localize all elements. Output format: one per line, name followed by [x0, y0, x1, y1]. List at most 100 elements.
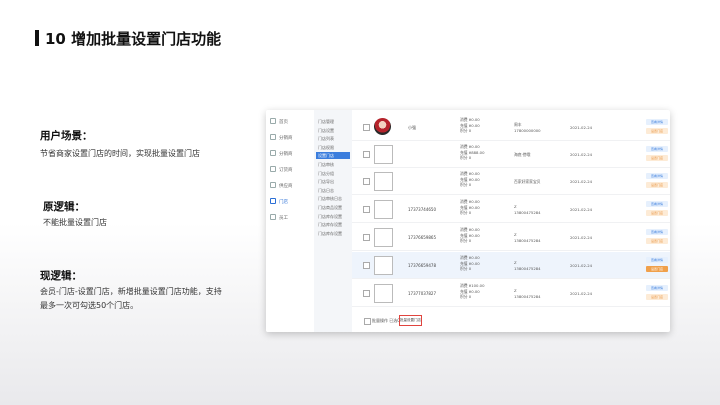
contact-line: 13800475284 — [514, 209, 541, 215]
secondary-nav-item[interactable]: 门店管理 — [316, 118, 350, 125]
primary-nav-item[interactable]: 分销商 — [270, 134, 293, 141]
primary-nav-item[interactable]: 分销商 — [270, 150, 293, 157]
set-store-button[interactable]: 设置门店 — [646, 155, 668, 161]
set-store-button[interactable]: 设置门店 — [646, 294, 668, 300]
balance-line: 消费 ¥100.00 — [460, 283, 485, 288]
primary-nav-item[interactable]: 供应商 — [270, 182, 293, 189]
secondary-nav-item[interactable]: 门店审核日志 — [316, 195, 350, 202]
balance-line: 积分 0 — [460, 266, 472, 271]
store-contact: Z 13800475284 — [514, 232, 541, 243]
view-detail-button[interactable]: 查看详情 — [646, 229, 668, 235]
table-row[interactable]: 17377037827 消费 ¥100.00 充值 ¥0.00 积分 0 Z 138004… — [352, 280, 670, 307]
batch-set-store-button[interactable]: 批量设置门店 — [399, 315, 422, 326]
row-checkbox[interactable] — [363, 206, 370, 213]
balance-line: 积分 0 — [460, 182, 472, 187]
primary-nav-item[interactable]: 首页 — [270, 118, 288, 125]
store-date: 2021-02-24 — [570, 291, 593, 296]
set-store-button[interactable]: 设置门店 — [646, 210, 668, 216]
select-all-checkbox[interactable] — [364, 318, 371, 325]
view-detail-button[interactable]: 查看详情 — [646, 146, 668, 152]
table-row[interactable]: 17376659865 消费 ¥0.00 充值 ¥0.00 积分 0 Z 13800475… — [352, 224, 670, 251]
view-detail-button[interactable]: 查看详情 — [646, 173, 668, 179]
view-detail-button[interactable]: 查看详情 — [646, 257, 668, 263]
store-image — [374, 200, 393, 219]
row-checkbox[interactable] — [363, 290, 370, 297]
primary-nav-label: 首页 — [279, 120, 288, 125]
store-image — [374, 256, 393, 275]
view-detail-button[interactable]: 查看详情 — [646, 285, 668, 291]
store-name: 小强 — [408, 125, 416, 130]
balance-line: 积分 0 — [460, 238, 472, 243]
row-checkbox[interactable] — [363, 151, 370, 158]
store-balance: 消费 ¥0.00 充值 ¥0.00 积分 0 — [460, 199, 480, 216]
store-balance: 消费 ¥0.00 充值 ¥0.00 积分 0 — [460, 171, 480, 188]
nav-item-icon — [270, 118, 276, 124]
row-checkbox[interactable] — [363, 124, 370, 131]
store-table: 17377037827 消费 ¥100.00 充值 ¥0.00 积分 0 Z 138004… — [352, 110, 670, 332]
table-row[interactable]: 消费 ¥0.00 充值 ¥888.00 积分 0 海底·捞哦 2021-02-24 查看详… — [352, 141, 670, 168]
secondary-nav-item[interactable]: 门店库存设置 — [316, 221, 350, 228]
secondary-nav-item[interactable]: 门店商品设置 — [316, 204, 350, 211]
nav-item-icon — [270, 214, 276, 220]
set-store-button[interactable]: 设置门店 — [646, 182, 668, 188]
nav-item-icon — [270, 134, 276, 140]
store-image — [374, 118, 391, 135]
table-row[interactable]: 小强 消费 ¥0.00 充值 ¥0.00 积分 0 周丰 17800000000 2021-… — [352, 114, 670, 141]
store-date: 2021-02-24 — [570, 207, 593, 212]
store-image — [374, 228, 393, 247]
table-row[interactable]: 17373744650 消费 ¥0.00 充值 ¥0.00 积分 0 Z 13800475… — [352, 196, 670, 223]
title-accent-bar — [35, 30, 39, 46]
secondary-nav-item[interactable]: 门店日志 — [316, 187, 350, 194]
secondary-nav-item[interactable]: 门店库存设置 — [316, 230, 350, 237]
secondary-nav-item[interactable]: 门店导出 — [316, 178, 350, 185]
store-balance: 消费 ¥100.00 充值 ¥0.00 积分 0 — [460, 283, 485, 300]
secondary-nav-item[interactable]: 设置门店 — [316, 152, 350, 160]
primary-nav: 首页 分销商 分销商 订货商 供应商 门店 员工 — [266, 110, 315, 332]
footer-select-label: 批量操作 已选0 — [372, 318, 400, 323]
balance-line: 消费 ¥0.00 — [460, 255, 480, 260]
set-store-button[interactable]: 设置门店 — [646, 128, 668, 134]
secondary-nav-item[interactable]: 门店分组 — [316, 170, 350, 177]
store-date: 2021-02-24 — [570, 235, 593, 240]
table-row[interactable]: 17376659478 消费 ¥0.00 充值 ¥0.00 积分 0 Z 13800475… — [352, 252, 670, 279]
primary-nav-label: 分销商 — [279, 136, 293, 141]
secondary-nav-item[interactable]: 门店审核 — [316, 161, 350, 168]
store-contact: 周丰 17800000000 — [514, 122, 541, 133]
primary-nav-label: 分销商 — [279, 152, 293, 157]
store-name: 17377037827 — [408, 291, 436, 296]
store-image — [374, 145, 393, 164]
secondary-nav-item[interactable]: 门店权限 — [316, 144, 350, 151]
row-checkbox[interactable] — [363, 178, 370, 185]
set-store-button[interactable]: 设置门店 — [646, 266, 668, 272]
primary-nav-item[interactable]: 订货商 — [270, 166, 293, 173]
primary-nav-item[interactable]: 员工 — [270, 214, 288, 221]
section-heading-scenario: 用户场景： — [40, 130, 93, 142]
store-contact: Z 13800475284 — [514, 288, 541, 299]
view-detail-button[interactable]: 查看详情 — [646, 201, 668, 207]
section-heading-old-logic: 原逻辑： — [43, 201, 85, 213]
row-checkbox[interactable] — [363, 262, 370, 269]
view-detail-button[interactable]: 查看详情 — [646, 119, 668, 125]
section-body-old-logic: 不能批量设置门店 — [43, 218, 107, 227]
balance-line: 积分 0 — [460, 155, 472, 160]
secondary-nav-item[interactable]: 门店列表 — [316, 135, 350, 142]
store-contact: Z 13800475284 — [514, 260, 541, 271]
store-date: 2021-02-24 — [570, 263, 593, 268]
primary-nav-label: 门店 — [279, 200, 288, 205]
nav-item-icon — [270, 166, 276, 172]
balance-line: 消费 ¥0.00 — [460, 171, 480, 176]
set-store-button[interactable]: 设置门店 — [646, 238, 668, 244]
store-image — [374, 172, 393, 191]
primary-nav-item[interactable]: 门店 — [270, 198, 288, 205]
balance-line: 积分 0 — [460, 128, 472, 133]
table-row[interactable]: 消费 ¥0.00 充值 ¥0.00 积分 0 百家好家家宝贝 2021-02-24 查看详… — [352, 168, 670, 195]
secondary-nav-item[interactable]: 门店设置 — [316, 127, 350, 134]
store-contact: 海底·捞哦 — [514, 152, 530, 158]
store-balance: 消费 ¥0.00 充值 ¥0.00 积分 0 — [460, 117, 480, 134]
balance-line: 积分 0 — [460, 210, 472, 215]
store-name: 17376659865 — [408, 235, 436, 240]
nav-item-icon — [270, 182, 276, 188]
secondary-nav-item[interactable]: 门店库存设置 — [316, 213, 350, 220]
balance-line: 积分 0 — [460, 294, 472, 299]
row-checkbox[interactable] — [363, 234, 370, 241]
